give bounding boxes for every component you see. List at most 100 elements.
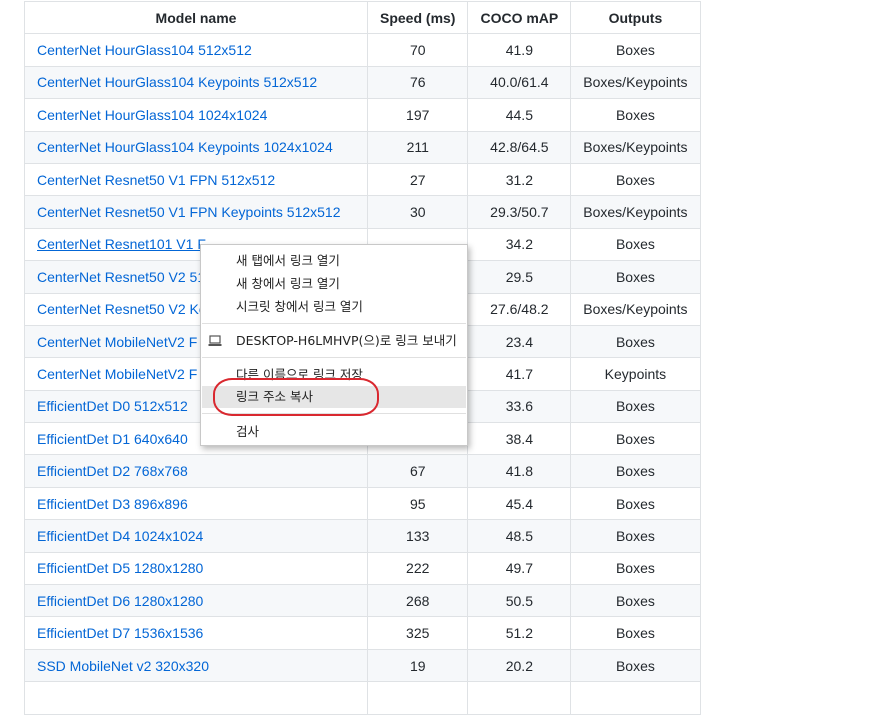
- menu-send-to-device-label: DESKTOP-H6LMHVP(으)로 링크 보내기: [236, 333, 457, 348]
- coco-map-cell: 41.9: [467, 33, 572, 67]
- model-link[interactable]: CenterNet HourGlass104 Keypoints 1024x10…: [37, 139, 333, 155]
- speed-cell: 70: [366, 33, 469, 67]
- model-link[interactable]: EfficientDet D4 1024x1024: [37, 528, 203, 544]
- menu-open-new-tab[interactable]: 새 탭에서 링크 열기: [202, 250, 466, 272]
- speed-cell: 95: [366, 486, 469, 521]
- outputs-cell: Boxes: [570, 98, 701, 132]
- outputs-cell: Boxes: [570, 389, 701, 424]
- coco-map-cell: 31.2: [467, 162, 572, 197]
- menu-separator: [202, 357, 466, 358]
- model-name-cell: EfficientDet D2 768x768: [24, 454, 368, 488]
- model-name-cell: [24, 681, 368, 715]
- speed-cell: 67: [366, 454, 469, 488]
- model-link[interactable]: EfficientDet D1 640x640: [37, 431, 188, 447]
- model-link[interactable]: EfficientDet D0 512x512: [37, 398, 188, 414]
- header-outputs: Outputs: [570, 0, 701, 35]
- speed-cell: 268: [366, 584, 469, 618]
- model-name-cell: CenterNet HourGlass104 512x512: [24, 33, 368, 67]
- menu-open-new-window[interactable]: 새 창에서 링크 열기: [202, 273, 466, 295]
- menu-separator: [202, 323, 466, 324]
- speed-cell: 30: [366, 195, 469, 229]
- model-link[interactable]: CenterNet HourGlass104 Keypoints 512x512: [37, 74, 317, 90]
- table-row: EfficientDet D3 896x896 95 45.4 Boxes: [24, 486, 701, 521]
- red-highlight-oval: [213, 378, 379, 416]
- coco-map-cell: 50.5: [467, 584, 572, 618]
- outputs-cell: Boxes/Keypoints: [570, 195, 701, 229]
- table-row: [24, 681, 701, 715]
- header-speed: Speed (ms): [366, 0, 469, 35]
- model-link[interactable]: EfficientDet D2 768x768: [37, 463, 188, 479]
- table-row: CenterNet Resnet50 V1 FPN Keypoints 512x…: [24, 195, 701, 229]
- model-link[interactable]: CenterNet HourGlass104 1024x1024: [37, 107, 267, 123]
- outputs-cell: Boxes/Keypoints: [570, 65, 701, 100]
- outputs-cell: Boxes: [570, 551, 701, 586]
- speed-cell: 325: [366, 616, 469, 650]
- header-coco-map: COCO mAP: [467, 0, 572, 35]
- model-name-cell: EfficientDet D6 1280x1280: [24, 584, 368, 618]
- table-header-row: Model name Speed (ms) COCO mAP Outputs: [24, 0, 701, 35]
- coco-map-cell: 23.4: [467, 324, 572, 359]
- speed-cell: 133: [366, 519, 469, 553]
- model-link[interactable]: CenterNet Resnet50 V1 FPN Keypoints 512x…: [37, 204, 341, 220]
- coco-map-cell: 48.5: [467, 519, 572, 553]
- table-row: EfficientDet D6 1280x1280 268 50.5 Boxes: [24, 584, 701, 618]
- coco-map-cell: 29.3/50.7: [467, 195, 572, 229]
- outputs-cell: Boxes: [570, 584, 701, 618]
- model-link[interactable]: CenterNet Resnet50 V2 Ke: [37, 301, 207, 317]
- model-link[interactable]: EfficientDet D7 1536x1536: [37, 625, 203, 641]
- speed-cell: [366, 681, 469, 715]
- table-row: SSD MobileNet v2 320x320 19 20.2 Boxes: [24, 648, 701, 683]
- outputs-cell: Boxes/Keypoints: [570, 130, 701, 164]
- model-link[interactable]: EfficientDet D3 896x896: [37, 496, 188, 512]
- menu-open-incognito[interactable]: 시크릿 창에서 링크 열기: [202, 296, 466, 318]
- outputs-cell: Boxes: [570, 260, 701, 294]
- model-link[interactable]: EfficientDet D5 1280x1280: [37, 560, 203, 576]
- speed-cell: 27: [366, 162, 469, 197]
- model-name-cell: CenterNet HourGlass104 Keypoints 1024x10…: [24, 130, 368, 164]
- coco-map-cell: 41.8: [467, 454, 572, 488]
- outputs-cell: Boxes: [570, 422, 701, 456]
- model-link[interactable]: EfficientDet D6 1280x1280: [37, 593, 203, 609]
- outputs-cell: Boxes: [570, 616, 701, 650]
- table-row: EfficientDet D7 1536x1536 325 51.2 Boxes: [24, 616, 701, 650]
- model-link[interactable]: CenterNet Resnet50 V1 FPN 512x512: [37, 172, 275, 188]
- model-name-cell: CenterNet HourGlass104 1024x1024: [24, 98, 368, 132]
- model-link[interactable]: SSD MobileNet v2 320x320: [37, 658, 209, 674]
- coco-map-cell: 38.4: [467, 422, 572, 456]
- model-link[interactable]: CenterNet Resnet101 V1 F: [37, 236, 206, 252]
- speed-cell: 19: [366, 648, 469, 683]
- outputs-cell: [570, 681, 701, 715]
- coco-map-cell: 45.4: [467, 486, 572, 521]
- speed-cell: 76: [366, 65, 469, 100]
- model-link[interactable]: CenterNet MobileNetV2 F: [37, 334, 197, 350]
- model-name-cell: EfficientDet D5 1280x1280: [24, 551, 368, 586]
- outputs-cell: Boxes: [570, 227, 701, 262]
- model-link[interactable]: CenterNet MobileNetV2 F: [37, 366, 197, 382]
- laptop-icon: [208, 335, 222, 346]
- table-row: EfficientDet D4 1024x1024 133 48.5 Boxes: [24, 519, 701, 553]
- coco-map-cell: 29.5: [467, 260, 572, 294]
- table-row: CenterNet HourGlass104 Keypoints 1024x10…: [24, 130, 701, 164]
- model-link[interactable]: CenterNet Resnet50 V2 51: [37, 269, 205, 285]
- outputs-cell: Boxes: [570, 519, 701, 553]
- table-row: EfficientDet D5 1280x1280 222 49.7 Boxes: [24, 551, 701, 586]
- model-link[interactable]: CenterNet HourGlass104 512x512: [37, 42, 252, 58]
- table-row: CenterNet HourGlass104 512x512 70 41.9 Boxe…: [24, 33, 701, 67]
- model-name-cell: EfficientDet D7 1536x1536: [24, 616, 368, 650]
- outputs-cell: Boxes: [570, 162, 701, 197]
- model-name-cell: EfficientDet D4 1024x1024: [24, 519, 368, 553]
- speed-cell: 197: [366, 98, 469, 132]
- menu-send-to-device[interactable]: DESKTOP-H6LMHVP(으)로 링크 보내기: [202, 330, 466, 352]
- model-name-cell: CenterNet Resnet50 V1 FPN 512x512: [24, 162, 368, 197]
- menu-inspect[interactable]: 검사: [202, 421, 466, 443]
- outputs-cell: Boxes: [570, 454, 701, 488]
- table-row: CenterNet HourGlass104 1024x1024 197 44.5 B…: [24, 98, 701, 132]
- coco-map-cell: 44.5: [467, 98, 572, 132]
- model-name-cell: CenterNet HourGlass104 Keypoints 512x512: [24, 65, 368, 100]
- outputs-cell: Boxes/Keypoints: [570, 292, 701, 326]
- model-name-cell: SSD MobileNet v2 320x320: [24, 648, 368, 683]
- coco-map-cell: 42.8/64.5: [467, 130, 572, 164]
- model-name-cell: EfficientDet D3 896x896: [24, 486, 368, 521]
- header-model-name: Model name: [24, 0, 368, 35]
- outputs-cell: Boxes: [570, 33, 701, 67]
